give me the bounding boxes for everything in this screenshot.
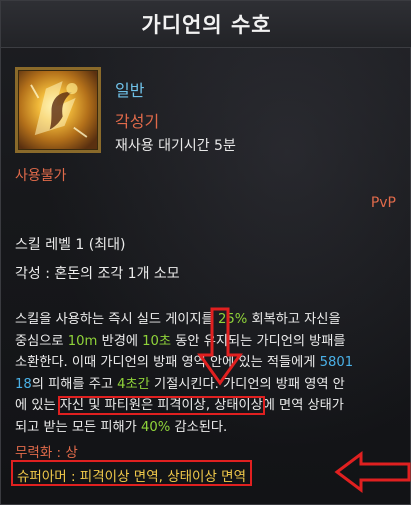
desc-value: 18 xyxy=(15,376,32,392)
desc-line-5: 에 있는 자신 및 파티원은 피격이상, 상태이상에 면역 상태가 xyxy=(15,395,399,417)
desc-value: 40% xyxy=(140,419,171,435)
desc-line-6: 되고 받는 모든 피해가 40% 감소된다. xyxy=(15,417,399,439)
desc-value: 4초간 xyxy=(117,376,150,392)
annotation-arrow-left-icon xyxy=(334,451,411,493)
desc-text: 되고 받는 모든 피해가 xyxy=(15,419,141,435)
pvp-label: PvP xyxy=(370,195,396,211)
desc-text: 감소된다. xyxy=(170,419,228,435)
skill-tooltip: 가디언의 수호 일반 각성기 재사용 대기시간 5분 사용불가 PvP 스킬 레… xyxy=(0,0,411,505)
neutralize-stat: 무력화 : 상 xyxy=(15,445,78,461)
skill-icon-graphic xyxy=(30,81,88,138)
skill-grade: 일반 xyxy=(115,81,145,100)
desc-value: 10m xyxy=(67,333,98,349)
desc-text: 기절시킨다. 가디언의 방패 영역 안 xyxy=(149,376,345,392)
awaken-cost: 각성 : 혼돈의 조각 1개 소모 xyxy=(15,266,180,282)
desc-text: 스킬을 사용하는 즉시 실드 게이지를 xyxy=(15,312,218,327)
desc-text: 반경에 xyxy=(97,333,143,349)
skill-level: 스킬 레벨 1 (최대) xyxy=(15,237,126,253)
skill-cooldown: 재사용 대기시간 5분 xyxy=(115,138,236,154)
desc-text: 회복하고 자신을 xyxy=(247,312,341,327)
desc-text: 중심으로 xyxy=(15,333,68,349)
unusable-label: 사용불가 xyxy=(15,168,67,184)
desc-text: 에 있는 xyxy=(15,398,60,413)
desc-value: 10초 xyxy=(142,333,172,349)
tooltip-title-bar: 가디언의 수호 xyxy=(1,1,411,48)
desc-value: 5801 xyxy=(319,355,354,370)
highlighted-immunity-text: 자신 및 파티원은 피격이상, 상태이상 xyxy=(57,396,265,415)
desc-text: 소환한다. 이때 가디언의 방패 영역 안에 있는 적들에게 xyxy=(15,355,320,370)
desc-text: 에 면역 상태가 xyxy=(262,398,344,413)
super-armor-stat: 슈퍼아머 : 피격이상 면역, 상태이상 면역 xyxy=(11,460,253,486)
super-armor-row: 슈퍼아머 : 피격이상 면역, 상태이상 면역 xyxy=(11,451,411,493)
desc-text: 의 피해를 주고 xyxy=(31,376,118,392)
shield-eagle-icon xyxy=(15,67,101,153)
skill-title: 가디언의 수호 xyxy=(141,13,272,37)
annotation-arrow-down-icon xyxy=(197,307,243,386)
skill-type: 각성기 xyxy=(115,112,160,131)
